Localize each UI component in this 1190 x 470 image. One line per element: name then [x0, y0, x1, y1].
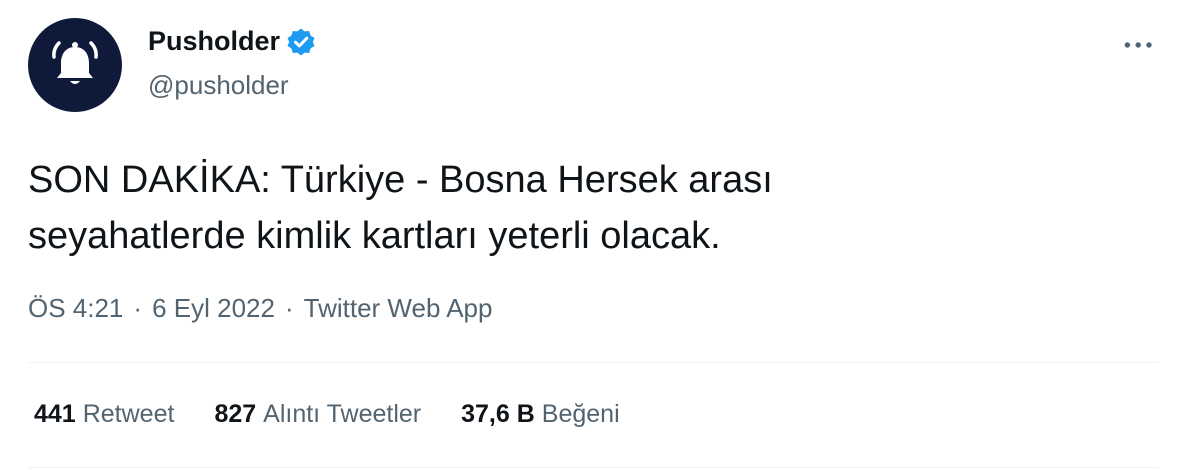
retweet-count[interactable]: 441 Retweet	[34, 400, 174, 429]
tweet-source[interactable]: Twitter Web App	[304, 293, 493, 324]
author-name-row[interactable]: Pusholder	[148, 26, 316, 57]
meta-separator: ·	[284, 293, 294, 323]
tweet-text: SON DAKİKA: Türkiye - Bosna Hersek arası…	[28, 152, 1028, 264]
divider	[28, 362, 1158, 363]
tweet-text-line: SON DAKİKA: Türkiye - Bosna Hersek arası	[28, 159, 773, 201]
stat-label: Alıntı Tweetler	[263, 400, 422, 428]
divider	[28, 467, 1158, 468]
stat-count: 37,6 B	[461, 400, 535, 428]
tweet-time[interactable]: ÖS 4:21	[28, 293, 123, 324]
tweet-text-line: seyahatlerde kimlik kartları yeterli ola…	[28, 215, 721, 257]
stat-count: 441	[34, 400, 76, 428]
handle[interactable]: @pusholder	[148, 70, 289, 101]
tweet-meta: ÖS 4:21 · 6 Eyl 2022 · Twitter Web App	[28, 293, 492, 324]
verified-badge-icon	[286, 27, 316, 57]
stat-count: 827	[214, 400, 257, 428]
like-count[interactable]: 37,6 B Beğeni	[461, 400, 620, 429]
meta-separator: ·	[133, 293, 143, 323]
stat-label: Beğeni	[541, 400, 620, 428]
tweet-stats: 441 Retweet 827 Alıntı Tweetler 37,6 B B…	[34, 400, 620, 429]
display-name[interactable]: Pusholder	[148, 26, 280, 57]
bell-icon	[52, 41, 98, 84]
more-options-icon[interactable]	[1120, 30, 1160, 60]
stat-label: Retweet	[82, 400, 175, 428]
quote-tweet-count[interactable]: 827 Alıntı Tweetler	[214, 400, 421, 429]
avatar[interactable]	[28, 18, 122, 112]
tweet-date[interactable]: 6 Eyl 2022	[152, 293, 275, 324]
